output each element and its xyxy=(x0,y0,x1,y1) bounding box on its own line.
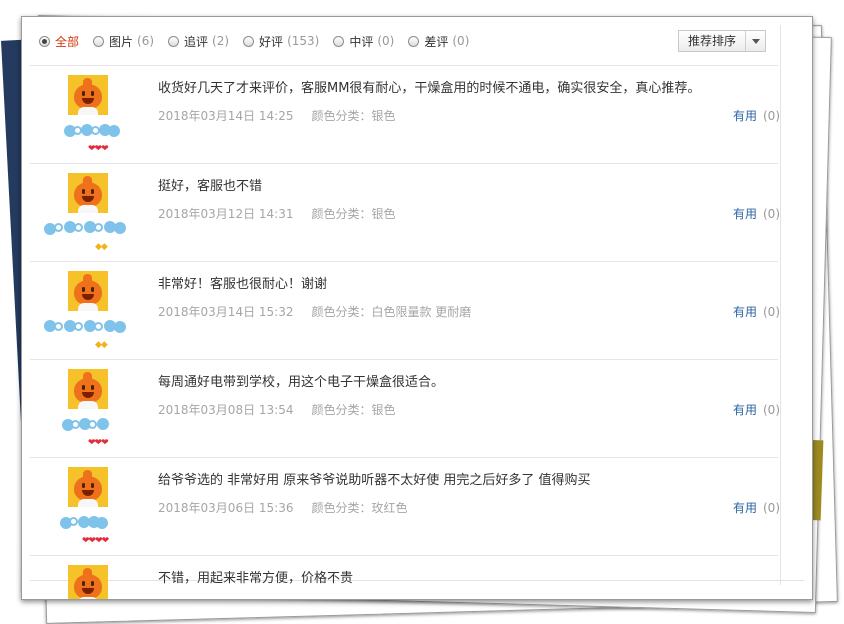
review-item: ◆◆ 挺好，客服也不错 2018年03月12日 14:31 颜色分类：银色 有用 (… xyxy=(30,163,780,261)
filter-images[interactable]: 图片 (6) xyxy=(93,33,154,50)
panel-right-divider xyxy=(780,25,781,585)
useful-count: (0) xyxy=(763,501,780,515)
review-meta: 2018年03月06日 15:36 颜色分类：玫红色 xyxy=(158,499,408,516)
useful-vote: 有用 (0) xyxy=(733,499,780,516)
radio-icon[interactable] xyxy=(243,35,255,47)
user-avatar xyxy=(68,75,108,115)
review-sku: 颜色分类：银色 xyxy=(311,109,396,123)
radio-icon[interactable] xyxy=(168,35,180,47)
radio-selected-icon[interactable] xyxy=(39,35,50,47)
radio-icon[interactable] xyxy=(333,35,345,47)
review-date: 2018年03月08日 13:54 xyxy=(158,403,294,417)
masked-username xyxy=(44,319,126,333)
filter-followup[interactable]: 追评 (2) xyxy=(168,33,229,50)
useful-vote: 有用 (0) xyxy=(733,303,780,320)
masked-username xyxy=(64,123,120,137)
review-sku: 颜色分类：玫红色 xyxy=(311,501,408,515)
radio-icon[interactable] xyxy=(93,35,105,47)
user-avatar xyxy=(68,173,108,213)
review-text: 挺好，客服也不错 xyxy=(158,179,263,194)
filter-negative[interactable]: 差评 (0) xyxy=(408,33,469,50)
masked-username xyxy=(62,417,112,431)
useful-count: (0) xyxy=(763,109,780,123)
review-sku: 颜色分类：银色 xyxy=(311,403,396,417)
useful-count: (0) xyxy=(763,403,780,417)
review-date: 2018年03月14日 15:32 xyxy=(158,305,294,319)
radio-icon[interactable] xyxy=(408,35,420,47)
filter-positive[interactable]: 好评 (153) xyxy=(243,33,319,50)
review-item: ❤❤❤ 收货好几天了才来评价，客服MM很有耐心，干燥盒用的时候不通电，确实很安全… xyxy=(30,65,780,163)
user-avatar xyxy=(68,369,108,409)
useful-button[interactable]: 有用 xyxy=(733,403,757,417)
filter-label: 全部 xyxy=(55,34,80,49)
review-text: 不错，用起来非常方便，价格不贵 xyxy=(158,571,354,586)
review-text: 收货好几天了才来评价，客服MM很有耐心，干燥盒用的时候不通电，确实很安全，真心推… xyxy=(158,81,701,96)
filter-label: 图片 xyxy=(109,34,134,49)
buyer-level-diamonds-icon: ◆◆ xyxy=(95,242,108,252)
review-sku: 颜色分类：银色 xyxy=(311,207,396,221)
useful-vote: 有用 (0) xyxy=(733,205,780,222)
buyer-level-hearts-icon: ❤❤❤❤ xyxy=(82,536,109,546)
review-date: 2018年03月14日 14:25 xyxy=(158,109,294,123)
sort-label: 推荐排序 xyxy=(679,31,746,51)
filter-count: (0) xyxy=(452,34,470,48)
useful-button[interactable]: 有用 xyxy=(733,305,757,319)
review-meta: 2018年03月12日 14:31 颜色分类：银色 xyxy=(158,205,396,222)
review-meta: 2018年03月14日 14:25 颜色分类：银色 xyxy=(158,107,396,124)
review-list: ❤❤❤ 收货好几天了才来评价，客服MM很有耐心，干燥盒用的时候不通电，确实很安全… xyxy=(30,65,780,599)
filter-count: (6) xyxy=(137,34,155,48)
filter-label: 中评 xyxy=(349,34,374,49)
reviews-panel: 全部 图片 (6) 追评 (2) 好评 (153) 中评 (0) 差评 (0) xyxy=(21,16,813,600)
review-meta: 2018年03月14日 15:32 颜色分类：白色限量款 更耐磨 xyxy=(158,303,471,320)
review-meta: 2018年03月08日 13:54 颜色分类：银色 xyxy=(158,401,396,418)
filter-count: (153) xyxy=(287,34,320,48)
filter-count: (0) xyxy=(377,34,395,48)
review-filter-bar: 全部 图片 (6) 追评 (2) 好评 (153) 中评 (0) 差评 (0) xyxy=(39,31,483,51)
user-avatar xyxy=(68,467,108,507)
useful-button[interactable]: 有用 xyxy=(733,109,757,123)
user-avatar xyxy=(68,565,108,599)
useful-count: (0) xyxy=(763,305,780,319)
review-item: ❤❤❤ 每周通好电带到学校，用这个电子干燥盒很适合。 2018年03月08日 1… xyxy=(30,359,780,457)
review-date: 2018年03月06日 15:36 xyxy=(158,501,294,515)
review-text: 给爷爷选的 非常好用 原来爷爷说助听器不太好使 用完之后好多了 值得购买 xyxy=(158,473,591,488)
filter-count: (2) xyxy=(212,34,230,48)
useful-button[interactable]: 有用 xyxy=(733,501,757,515)
review-text: 每周通好电带到学校，用这个电子干燥盒很适合。 xyxy=(158,375,445,390)
chevron-down-icon[interactable] xyxy=(746,38,765,44)
filter-label: 好评 xyxy=(259,34,284,49)
useful-button[interactable]: 有用 xyxy=(733,207,757,221)
buyer-level-hearts-icon: ❤❤❤ xyxy=(88,438,109,448)
review-sku: 颜色分类：白色限量款 更耐磨 xyxy=(311,305,472,319)
review-date: 2018年03月12日 14:31 xyxy=(158,207,294,221)
useful-vote: 有用 (0) xyxy=(733,401,780,418)
filter-label: 差评 xyxy=(424,34,449,49)
useful-count: (0) xyxy=(763,207,780,221)
filter-all[interactable]: 全部 xyxy=(39,33,79,50)
review-text: 非常好！客服也很耐心！谢谢 xyxy=(158,277,328,292)
sort-dropdown[interactable]: 推荐排序 xyxy=(678,30,766,52)
user-avatar xyxy=(68,271,108,311)
review-item: ◆◆ 非常好！客服也很耐心！谢谢 2018年03月14日 15:32 颜色分类：白… xyxy=(30,261,780,359)
filter-label: 追评 xyxy=(184,34,209,49)
buyer-level-hearts-icon: ❤❤❤ xyxy=(88,144,109,154)
masked-username xyxy=(60,515,110,529)
review-item: ❤❤❤❤ 给爷爷选的 非常好用 原来爷爷说助听器不太好使 用完之后好多了 值得购… xyxy=(30,457,780,555)
filter-neutral[interactable]: 中评 (0) xyxy=(333,33,394,50)
useful-vote: 有用 (0) xyxy=(733,107,780,124)
review-item: 不错，用起来非常方便，价格不贵 xyxy=(30,555,778,599)
buyer-level-diamonds-icon: ◆◆ xyxy=(95,340,108,350)
masked-username xyxy=(44,221,126,235)
